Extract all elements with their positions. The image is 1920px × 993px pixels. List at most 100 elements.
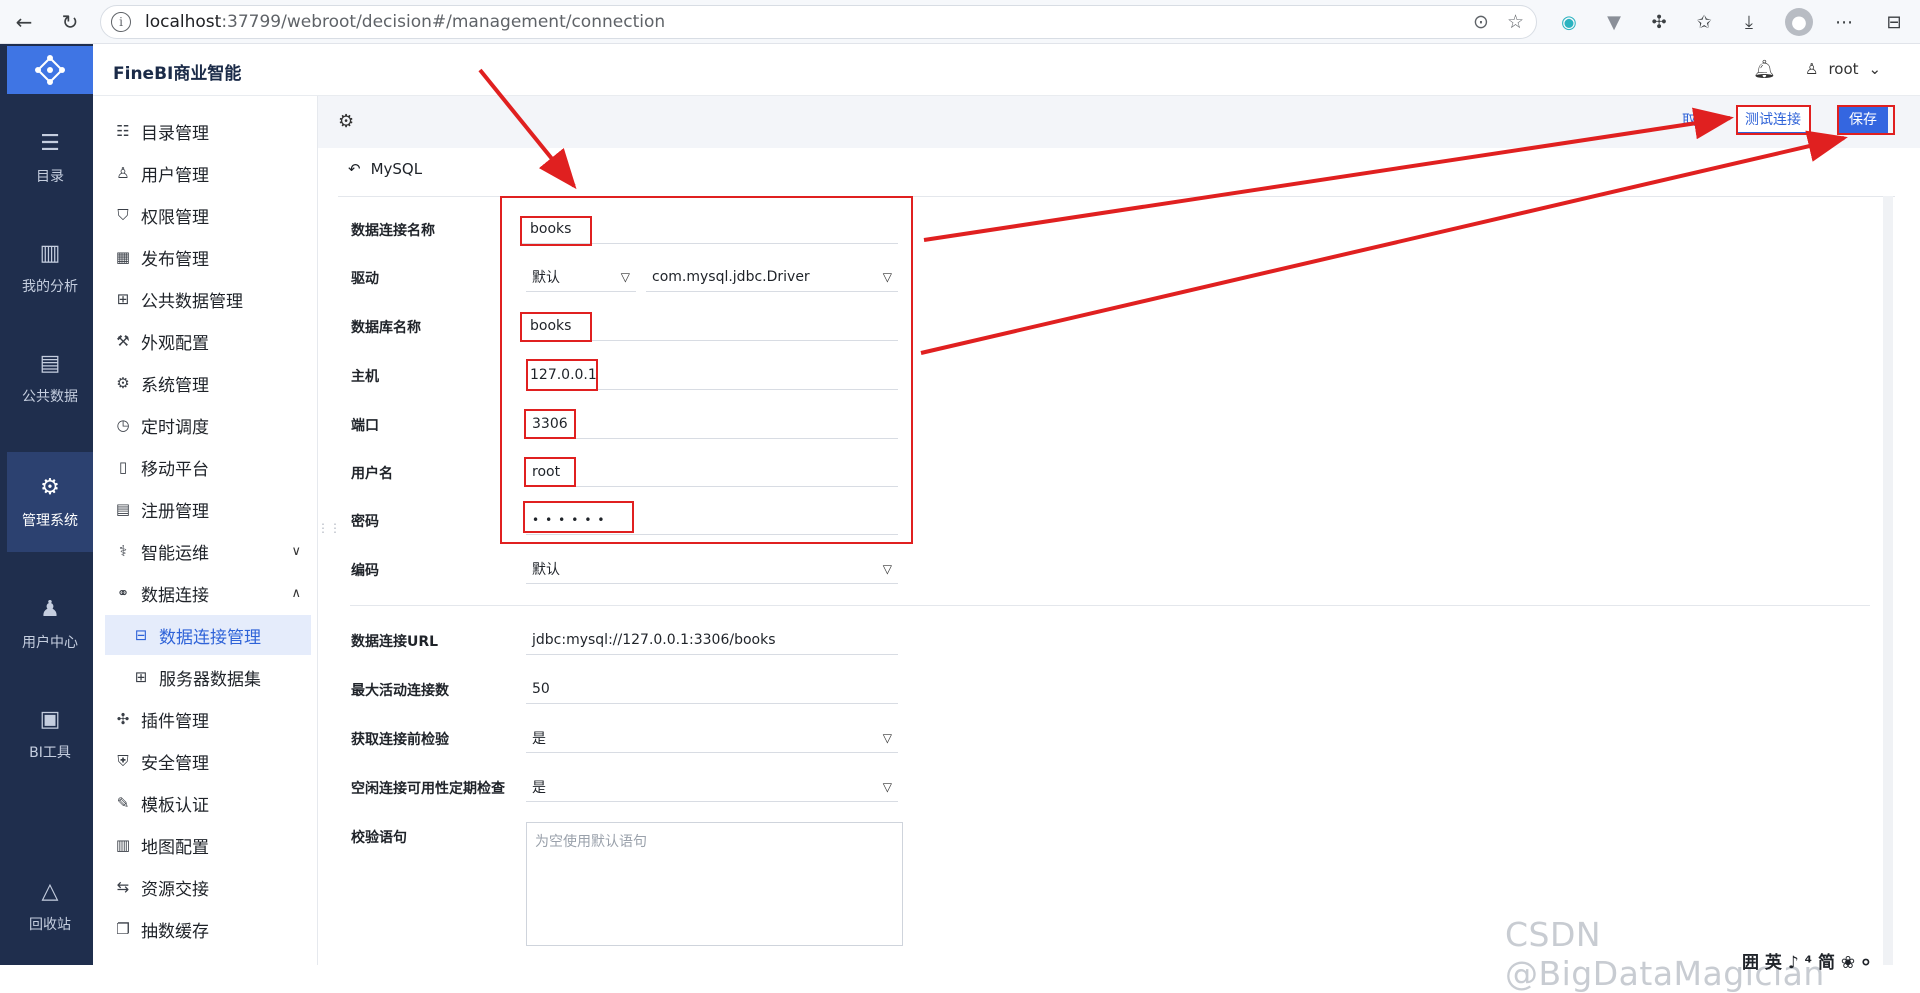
chevron-down-icon: ▽ <box>882 730 892 745</box>
sidebar-item-registration[interactable]: ▤ 注册管理 <box>105 489 311 529</box>
driver-label: 驱动 <box>351 271 379 287</box>
query-label: 校验语句 <box>351 830 407 846</box>
sidebar-item-appearance[interactable]: ⚒ 外观配置 <box>105 321 311 361</box>
back-to-mysql[interactable]: ↶ MySQL <box>348 160 422 178</box>
annotation-conn-name-box <box>520 216 592 246</box>
nav-my-analysis[interactable]: ▥ 我的分析 <box>7 218 93 318</box>
user-icon: ♙ <box>116 164 130 182</box>
annotation-db-name-box <box>520 312 592 342</box>
shield-icon: ⛉ <box>117 206 129 224</box>
chevron-down-icon: ▽ <box>882 561 892 576</box>
sidebar-item-user-management[interactable]: ♙ 用户管理 <box>105 153 311 193</box>
handover-icon: ⇆ <box>116 878 130 896</box>
nav-management[interactable]: ⚙ 管理系统 <box>7 452 93 552</box>
sidebar-item-template-auth[interactable]: ✎ 模板认证 <box>105 783 311 823</box>
sidebar-item-extract-cache[interactable]: ❐ 抽数缓存 <box>105 909 311 949</box>
cache-icon: ❐ <box>116 920 130 938</box>
nav-user-center[interactable]: ♟ 用户中心 <box>7 574 93 674</box>
chevron-down-icon: ⌄ <box>1868 60 1882 78</box>
app-header: FineBI商业智能 🔔︎ ♙ root ⌄ <box>93 44 1920 96</box>
url-input[interactable]: jdbc:mysql://127.0.0.1:3306/books <box>526 625 898 655</box>
sidebar-item-security-management[interactable]: ⛨ 安全管理 <box>105 741 311 781</box>
site-info-icon[interactable]: i <box>111 12 131 32</box>
sidebar-item-mobile-platform[interactable]: ▯ 移动平台 <box>105 447 311 487</box>
logo-icon <box>35 55 65 85</box>
max-active-input[interactable]: 50 <box>526 674 898 704</box>
sidebar-item-server-dataset[interactable]: ⊞ 服务器数据集 <box>105 657 311 697</box>
favorite-star-icon[interactable]: ☆ <box>1507 11 1524 33</box>
user-center-icon: ♟ <box>40 596 60 622</box>
sidebar-item-data-connection-management[interactable]: ⊟ 数据连接管理 <box>105 615 311 655</box>
public-data-icon: ▤ <box>39 350 61 376</box>
host-label: 主机 <box>351 369 379 385</box>
finebi-logo[interactable] <box>7 46 93 94</box>
sidebar-item-smart-ops[interactable]: ⚕ 智能运维 ∨ <box>105 531 311 571</box>
connection-icon: ⊟ <box>134 626 148 644</box>
briefcase-icon: ⊞ <box>116 290 130 308</box>
certificate-icon: ✎ <box>116 794 130 812</box>
arrow-to-save <box>920 130 1848 355</box>
nav-public-data[interactable]: ▤ 公共数据 <box>7 328 93 428</box>
sidebar-item-publish-management[interactable]: ▦ 发布管理 <box>105 237 311 277</box>
encoding-select[interactable]: 默认 ▽ <box>526 554 898 584</box>
list-icon: ☷ <box>116 122 130 140</box>
undo-arrow-icon: ↶ <box>348 160 361 178</box>
nav-bi-tools[interactable]: ▣ BI工具 <box>7 684 93 784</box>
url-text: localhost:37799/webroot/decision#/manage… <box>145 12 666 32</box>
gear-icon: ⚙ <box>116 374 130 392</box>
back-arrow-icon[interactable]: ← <box>10 8 38 36</box>
catalog-icon: ☰ <box>40 130 60 156</box>
sidebar-item-plugin-management[interactable]: ✣ 插件管理 <box>105 699 311 739</box>
extension-icon[interactable]: ◉ <box>1555 8 1583 36</box>
query-textarea[interactable]: 为空使用默认语句 <box>526 822 903 946</box>
sidebar-item-data-connection[interactable]: ⚭ 数据连接 ∧ <box>105 573 311 613</box>
sidebar-item-catalog-management[interactable]: ☷ 目录管理 <box>105 111 311 151</box>
max-active-label: 最大活动连接数 <box>351 683 449 699</box>
browser-toolbar: ← ↻ i localhost:37799/webroot/decision#/… <box>0 0 1920 44</box>
idle-check-select[interactable]: 是 ▽ <box>526 772 898 802</box>
scrollbar[interactable] <box>1883 196 1893 965</box>
user-menu[interactable]: ♙ root ⌄ <box>1805 60 1881 78</box>
address-bar[interactable]: i localhost:37799/webroot/decision#/mana… <box>100 5 1537 39</box>
sidebar-item-system-management[interactable]: ⚙ 系统管理 <box>105 363 311 403</box>
management-sidebar: ☷ 目录管理 ♙ 用户管理 ⛉ 权限管理 ▦ 发布管理 ⊞ 公共数据管理 ⚒ 外观配置 ⚙ 系… <box>93 96 318 965</box>
validate-label: 获取连接前检验 <box>351 732 449 748</box>
dataset-icon: ⊞ <box>134 668 148 686</box>
vue-extension-icon[interactable]: ▼ <box>1600 8 1628 36</box>
username-label: root <box>1828 60 1859 78</box>
register-icon: ▤ <box>115 500 131 518</box>
plugin-icon: ✣ <box>116 710 130 728</box>
chevron-down-icon: ▽ <box>882 779 892 794</box>
map-icon: ▥ <box>115 836 131 854</box>
cancel-button[interactable]: 取消 <box>1682 110 1710 130</box>
menu-dots-icon[interactable]: ⋯ <box>1830 8 1858 36</box>
chevron-up-icon: ∧ <box>291 585 301 601</box>
settings-gear-icon[interactable]: ⚙ <box>338 111 354 132</box>
publish-icon: ▦ <box>115 248 131 266</box>
annotation-username-box <box>524 457 576 487</box>
sidebar-item-public-data-management[interactable]: ⊞ 公共数据管理 <box>105 279 311 319</box>
extensions-puzzle-icon[interactable]: ✣ <box>1645 8 1673 36</box>
sidebar-item-resource-handover[interactable]: ⇆ 资源交接 <box>105 867 311 907</box>
nav-recycle-bin[interactable]: △ 回收站 <box>7 856 93 956</box>
ime-toolbar[interactable]: 囲 英 ♪ ⁴ 简 ❀ ⸰ <box>1742 948 1871 973</box>
primary-nav: ☰ 目录 ▥ 我的分析 ▤ 公共数据 ⚙ 管理系统 ♟ 用户中心 ▣ BI工具 △ 回收站 <box>0 44 93 965</box>
notification-bell-icon[interactable]: 🔔︎ <box>1753 59 1776 80</box>
validate-select[interactable]: 是 ▽ <box>526 723 898 753</box>
download-icon[interactable]: ⤓ <box>1735 8 1763 36</box>
analysis-icon: ▥ <box>39 240 61 266</box>
sidebar-item-schedule[interactable]: ◷ 定时调度 <box>105 405 311 445</box>
sidebar-item-permission-management[interactable]: ⛉ 权限管理 <box>105 195 311 235</box>
nav-catalog[interactable]: ☰ 目录 <box>7 108 93 208</box>
sidebar-toggle-icon[interactable]: ⊟ <box>1880 8 1908 36</box>
security-shield-icon: ⛨ <box>117 752 129 770</box>
reload-icon[interactable]: ↻ <box>56 8 84 36</box>
profile-avatar-icon[interactable]: ● <box>1785 8 1813 36</box>
favorites-icon[interactable]: ✩ <box>1690 8 1718 36</box>
more-circle-icon[interactable]: ⊙ <box>1473 11 1489 33</box>
resize-handle-icon[interactable]: ⋮⋮ <box>317 522 341 543</box>
annotation-save-box <box>1837 105 1895 135</box>
section-divider <box>350 605 1870 606</box>
sidebar-item-map-config[interactable]: ▥ 地图配置 <box>105 825 311 865</box>
bi-tools-icon: ▣ <box>39 706 61 732</box>
